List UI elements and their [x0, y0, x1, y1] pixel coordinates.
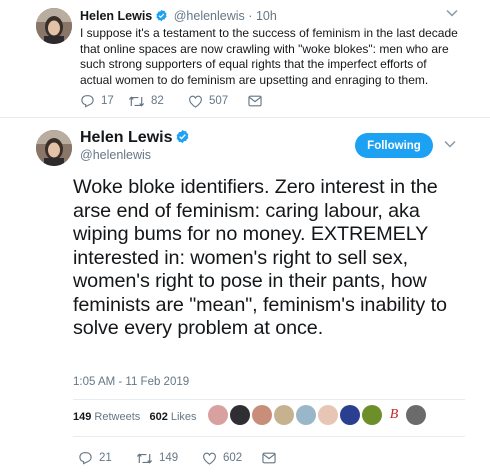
reply-icon: [81, 95, 94, 108]
liker-avatar[interactable]: [406, 405, 426, 425]
avatar[interactable]: [36, 8, 72, 44]
envelope-icon: [248, 95, 262, 107]
likers-list: B: [208, 405, 428, 425]
liker-avatar[interactable]: [274, 405, 294, 425]
envelope-icon: [262, 452, 276, 464]
retweet-total-label[interactable]: Retweets: [94, 411, 140, 423]
heart-icon: [203, 452, 216, 465]
reply-button[interactable]: 21: [78, 451, 136, 465]
following-button[interactable]: Following: [355, 133, 433, 158]
retweet-icon: [136, 452, 153, 464]
liker-avatar[interactable]: [318, 405, 338, 425]
tweet-actions: 21 149 602: [78, 451, 282, 465]
message-button[interactable]: [248, 95, 268, 107]
like-count: 507: [209, 95, 229, 107]
like-count: 602: [223, 452, 243, 464]
reply-icon: [79, 452, 92, 465]
author-name[interactable]: Helen Lewis: [80, 129, 172, 146]
retweet-icon: [128, 95, 145, 107]
liker-avatar[interactable]: B: [384, 405, 404, 425]
tweet-text: I suppose it's a testament to the succes…: [80, 26, 458, 87]
divider: [73, 436, 465, 437]
liker-avatar[interactable]: [362, 405, 382, 425]
retweet-button[interactable]: 149: [136, 452, 202, 465]
tweet-text: Woke bloke identifiers. Zero interest in…: [73, 176, 447, 339]
tweet-main: Helen Lewis @helenlewis Following Woke b…: [0, 118, 490, 476]
verified-badge-icon: [155, 9, 168, 26]
reply-count: 17: [101, 95, 114, 107]
tweet-timestamp[interactable]: 1:05 AM - 11 Feb 2019: [73, 376, 189, 388]
retweet-button[interactable]: 82: [128, 95, 188, 108]
author-name[interactable]: Helen Lewis: [80, 9, 152, 23]
liker-initial: B: [389, 407, 399, 422]
like-total-label[interactable]: Likes: [171, 411, 197, 423]
reply-button[interactable]: 17: [80, 94, 128, 108]
chevron-down-icon[interactable]: [444, 139, 456, 151]
tweet-time[interactable]: 10h: [256, 9, 277, 23]
tweet-header: Helen Lewis @helenlewis · 10h: [80, 8, 277, 26]
verified-badge-icon: [175, 129, 190, 150]
divider: [73, 399, 465, 400]
message-button[interactable]: [262, 452, 282, 464]
chevron-down-icon[interactable]: [446, 8, 458, 20]
retweet-count: 149: [159, 452, 179, 464]
liker-avatar[interactable]: [296, 405, 316, 425]
like-button[interactable]: 507: [188, 95, 248, 108]
liker-avatar[interactable]: [340, 405, 360, 425]
author-handle[interactable]: @helenlewis: [174, 9, 245, 23]
like-button[interactable]: 602: [202, 452, 262, 465]
liker-avatar[interactable]: [208, 405, 228, 425]
avatar[interactable]: [36, 130, 72, 166]
reply-count: 21: [99, 452, 112, 464]
liker-avatar[interactable]: [230, 405, 250, 425]
liker-avatar[interactable]: [252, 405, 272, 425]
separator-dot: ·: [248, 9, 253, 23]
author-name-row: Helen Lewis: [80, 128, 192, 150]
author-handle[interactable]: @helenlewis: [80, 148, 151, 162]
like-total[interactable]: 602: [149, 411, 167, 423]
tweet-actions: 17 82 507: [80, 94, 268, 108]
heart-icon: [189, 95, 202, 108]
retweet-total[interactable]: 149: [73, 411, 91, 423]
retweet-count: 82: [151, 95, 164, 107]
tweet-previous[interactable]: Helen Lewis @helenlewis · 10h I suppose …: [0, 0, 490, 118]
tweet-stats: 149 Retweets 602 Likes: [73, 411, 197, 423]
